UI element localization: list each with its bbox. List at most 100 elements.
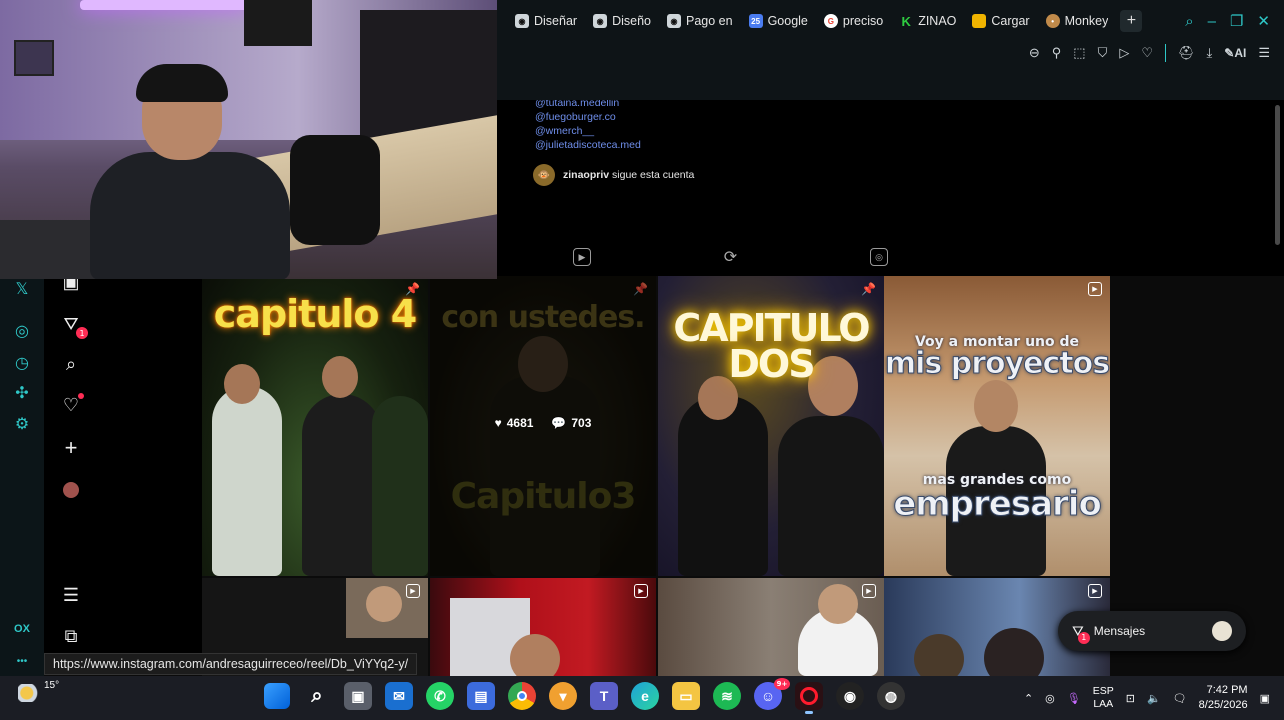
post-capitulo-dos[interactable]: CAPITULO DOS 📌	[658, 276, 884, 576]
tab-label: preciso	[842, 14, 884, 28]
task-view-icon[interactable]: ▣	[344, 682, 372, 710]
monkey-icon: •	[1045, 14, 1060, 28]
reels-tab-icon[interactable]: ▶	[573, 248, 591, 266]
bio-mentions: @tutaina.medellin @fuegoburger.co @wmerc…	[535, 96, 641, 152]
chrome-icon[interactable]	[508, 682, 536, 710]
minimize-icon[interactable]: –	[1208, 13, 1216, 30]
zoom-out-icon[interactable]: ⊖	[1029, 45, 1040, 61]
tab-cargar[interactable]: Cargar	[964, 7, 1037, 35]
close-icon[interactable]: ✕	[1257, 12, 1270, 30]
create-plus-icon[interactable]: +	[60, 435, 82, 460]
tagged-tab-icon[interactable]: ◎	[870, 248, 888, 266]
notifications-heart-icon[interactable]: ♡	[60, 393, 84, 416]
tray-app-icon[interactable]: ◎	[1045, 692, 1055, 705]
heart-icon[interactable]: ♡	[1141, 45, 1153, 61]
download-icon[interactable]: ⤓	[1207, 45, 1213, 61]
figure-head	[818, 584, 858, 624]
also-from-meta-icon[interactable]: ⧉	[60, 625, 82, 647]
tab-zinao[interactable]: K ZINAO	[891, 7, 964, 35]
restore-icon[interactable]: ❐	[1230, 12, 1243, 30]
shield-icon[interactable]: ⛉	[1098, 45, 1108, 61]
messages-nav-icon[interactable]: ⛛ 1	[60, 313, 88, 339]
profile-icon[interactable]: ⛑	[1178, 45, 1195, 61]
extensions-icon[interactable]: ✣	[12, 383, 32, 403]
tab-monkey[interactable]: • Monkey	[1038, 7, 1117, 35]
play-icon[interactable]: ▷	[1119, 45, 1129, 61]
weather-widget[interactable]: 15°	[18, 680, 59, 702]
tab-disenar[interactable]: ◉ Diseñar	[507, 7, 585, 35]
store-icon[interactable]: ▤	[467, 682, 495, 710]
likes-count: 4681	[506, 416, 534, 430]
post-thumbnail[interactable]: ▶	[658, 578, 884, 676]
post-capitulo-4[interactable]: capitulo 4 📌	[202, 276, 428, 576]
post-thumbnail[interactable]: ▶	[430, 578, 656, 676]
reel-icon: ▶	[862, 584, 876, 598]
followed-by[interactable]: 🐵 zinaopriv sigue esta cuenta	[533, 164, 694, 186]
language-indicator[interactable]: ESP LAA	[1093, 685, 1114, 711]
likes-stat: ♥ 4681	[494, 416, 534, 430]
reposts-tab-icon[interactable]: ⟳	[722, 248, 740, 266]
clock[interactable]: 7:42 PM 8/25/2026	[1199, 683, 1248, 713]
tab-pago[interactable]: ◉ Pago en	[659, 7, 741, 35]
search-icon[interactable]: ⌕	[303, 682, 331, 710]
notifications-icon[interactable]: 🗨	[1173, 692, 1187, 705]
settings-icon[interactable]: ⚙	[12, 414, 32, 434]
ox-label[interactable]: OX	[12, 619, 32, 639]
reel-icon: ▶	[1088, 584, 1102, 598]
followed-by-text: zinaopriv sigue esta cuenta	[563, 169, 694, 181]
page-scrollbar[interactable]	[1275, 105, 1280, 245]
history-icon[interactable]: ◷	[12, 353, 32, 373]
window-controls: ⌕ – ❐ ✕	[1185, 0, 1284, 42]
messages-badge: 1	[76, 327, 88, 339]
file-explorer-icon[interactable]: ▭	[672, 682, 700, 710]
pin-icon[interactable]: ⚲	[1052, 45, 1062, 61]
spotify-icon[interactable]: ≋	[713, 682, 741, 710]
pinned-icon: 📌	[633, 282, 648, 296]
action-center-icon[interactable]: ▣	[1260, 692, 1270, 705]
pinned-icon: 📌	[405, 282, 420, 296]
outlook-icon[interactable]: ✉	[385, 682, 413, 710]
volume-icon[interactable]: 🔈	[1147, 692, 1161, 705]
messages-button[interactable]: ⛛ 1 Mensajes	[1058, 611, 1246, 651]
obs-icon[interactable]: ◉	[836, 682, 864, 710]
menu-icon[interactable]: ☰	[1258, 45, 1270, 61]
more-menu-icon[interactable]: ☰	[60, 584, 82, 606]
aria-icon[interactable]: ◎	[12, 321, 32, 341]
teams-icon[interactable]: T	[590, 682, 618, 710]
ai-button[interactable]: ✎AI	[1224, 46, 1246, 60]
brave-icon[interactable]: ▾	[549, 682, 577, 710]
opera-icon[interactable]	[795, 682, 823, 714]
network-icon[interactable]: ⊡	[1126, 692, 1135, 705]
new-tab-button[interactable]: +	[1120, 10, 1143, 32]
mention-link[interactable]: @fuegoburger.co	[535, 110, 641, 124]
webcam-wall-frame	[14, 40, 54, 76]
search-tabs-icon[interactable]: ⌕	[1185, 13, 1193, 30]
sidebar-more-icon[interactable]: •••	[12, 651, 32, 671]
search-icon[interactable]: ⌕	[60, 353, 82, 375]
toolbar-separator	[1165, 44, 1167, 62]
x-twitter-icon[interactable]: 𝕏	[12, 279, 32, 299]
follows-text: sigue esta cuenta	[612, 169, 695, 181]
whatsapp-icon[interactable]: ✆	[426, 682, 454, 710]
tray-chevron-icon[interactable]: ⌃	[1024, 692, 1033, 705]
figure-person	[778, 416, 884, 576]
post-empresario[interactable]: Voy a montar uno de mis proyectos mas gr…	[884, 276, 1110, 576]
discord-icon[interactable]: ☺ 9+	[754, 678, 790, 710]
edge-icon[interactable]: e	[631, 682, 659, 710]
snapshot-icon[interactable]: ⬚	[1073, 45, 1085, 61]
recorder-icon[interactable]: ◍	[877, 682, 905, 710]
tab-label: Pago en	[686, 14, 733, 28]
post-capitulo-3[interactable]: con ustedes. Capitulo3 ♥ 4681 💬 703 📌	[430, 276, 656, 576]
mention-link[interactable]: @julietadiscoteca.med	[535, 138, 641, 152]
microphone-icon[interactable]: 🎙	[1067, 692, 1081, 705]
profile-avatar-icon[interactable]	[60, 479, 82, 501]
webcam-person-hair	[136, 64, 228, 102]
windows-start-icon[interactable]	[264, 683, 290, 709]
discord-badge: 9+	[774, 678, 790, 690]
reel-icon: ▶	[406, 584, 420, 598]
tab-preciso[interactable]: G preciso	[816, 7, 891, 35]
mention-link[interactable]: @wmerch__	[535, 124, 641, 138]
tab-diseno[interactable]: ◉ Diseño	[585, 7, 659, 35]
tab-google-calendar[interactable]: 25 Google	[741, 7, 816, 35]
notification-dot	[78, 393, 84, 399]
